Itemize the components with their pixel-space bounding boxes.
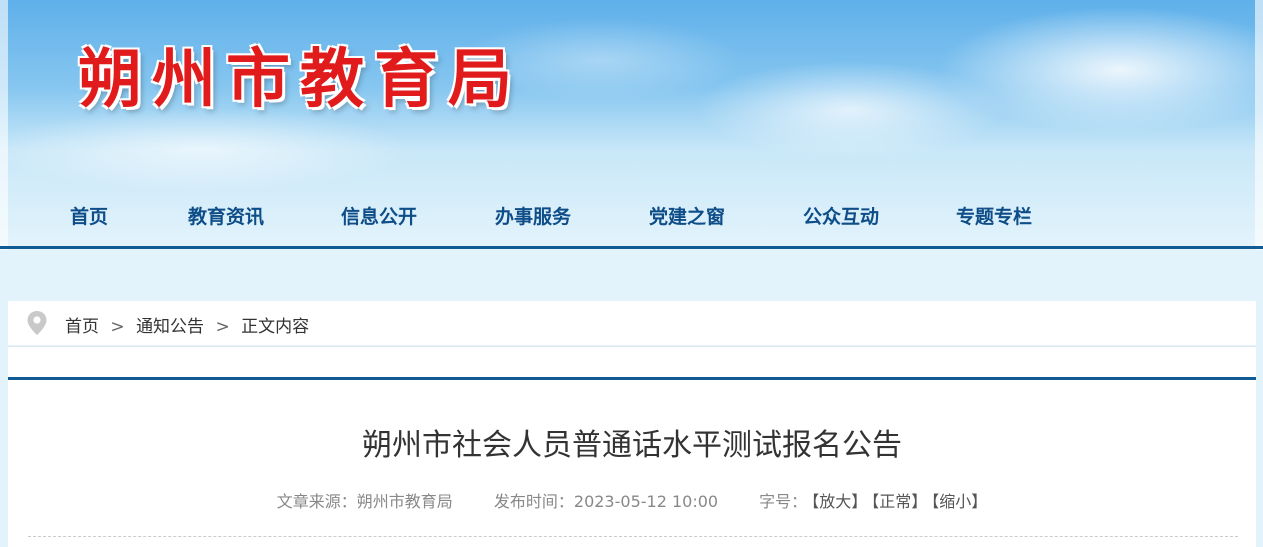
- nav-item-public-interaction[interactable]: 公众互动: [803, 202, 879, 229]
- nav-item-services[interactable]: 办事服务: [495, 202, 571, 229]
- date-label: 发布时间：: [493, 492, 574, 511]
- nav-item-information-disclosure[interactable]: 信息公开: [341, 202, 417, 229]
- nav-item-education-news[interactable]: 教育资讯: [188, 202, 264, 229]
- article-title: 朔州市社会人员普通话水平测试报名公告: [362, 428, 902, 463]
- breadcrumb-home[interactable]: 首页: [65, 317, 99, 337]
- font-size-label: 字号：: [759, 492, 808, 511]
- meta-divider: [28, 536, 1238, 537]
- breadcrumb-separator: >: [110, 317, 125, 337]
- breadcrumb-current: 正文内容: [241, 317, 310, 337]
- nav-divider: [0, 246, 1263, 249]
- nav-item-home[interactable]: 首页: [70, 202, 108, 229]
- source-label: 文章来源：: [276, 492, 357, 511]
- article-panel: 朔州市社会人员普通话水平测试报名公告 文章来源：朔州市教育局 发布时间：2023…: [8, 380, 1256, 547]
- font-size-smaller-button[interactable]: 【缩小】: [931, 492, 987, 511]
- breadcrumb-bar: 首页 > 通知公告 > 正文内容: [8, 301, 1256, 345]
- font-size-larger-button[interactable]: 【放大】: [811, 492, 867, 511]
- article-meta: 文章来源：朔州市教育局 发布时间：2023-05-12 10:00 字号： 【放大…: [8, 488, 1256, 512]
- article-date: 发布时间：2023-05-12 10:00: [494, 492, 718, 511]
- date-value: 2023-05-12 10:00: [573, 492, 719, 511]
- breadcrumb-notices[interactable]: 通知公告: [136, 317, 204, 337]
- source-value: 朔州市教育局: [356, 492, 453, 511]
- article-source: 文章来源：朔州市教育局: [277, 492, 453, 511]
- nav-item-party-building[interactable]: 党建之窗: [649, 202, 725, 229]
- nav-item-special-topics[interactable]: 专题专栏: [956, 202, 1032, 229]
- font-size-normal-button[interactable]: 【正常】: [871, 492, 927, 511]
- site-logo-title[interactable]: 朔州市教育局: [78, 28, 522, 120]
- breadcrumb: 首页 > 通知公告 > 正文内容: [65, 312, 309, 337]
- location-pin-icon: [27, 311, 47, 335]
- breadcrumb-separator: >: [215, 317, 230, 337]
- main-nav: 首页 教育资讯 信息公开 办事服务 党建之窗 公众互动 专题专栏: [0, 190, 1263, 246]
- font-size-controls: 字号： 【放大】 【正常】 【缩小】: [759, 492, 987, 511]
- spacer-panel: [8, 346, 1256, 379]
